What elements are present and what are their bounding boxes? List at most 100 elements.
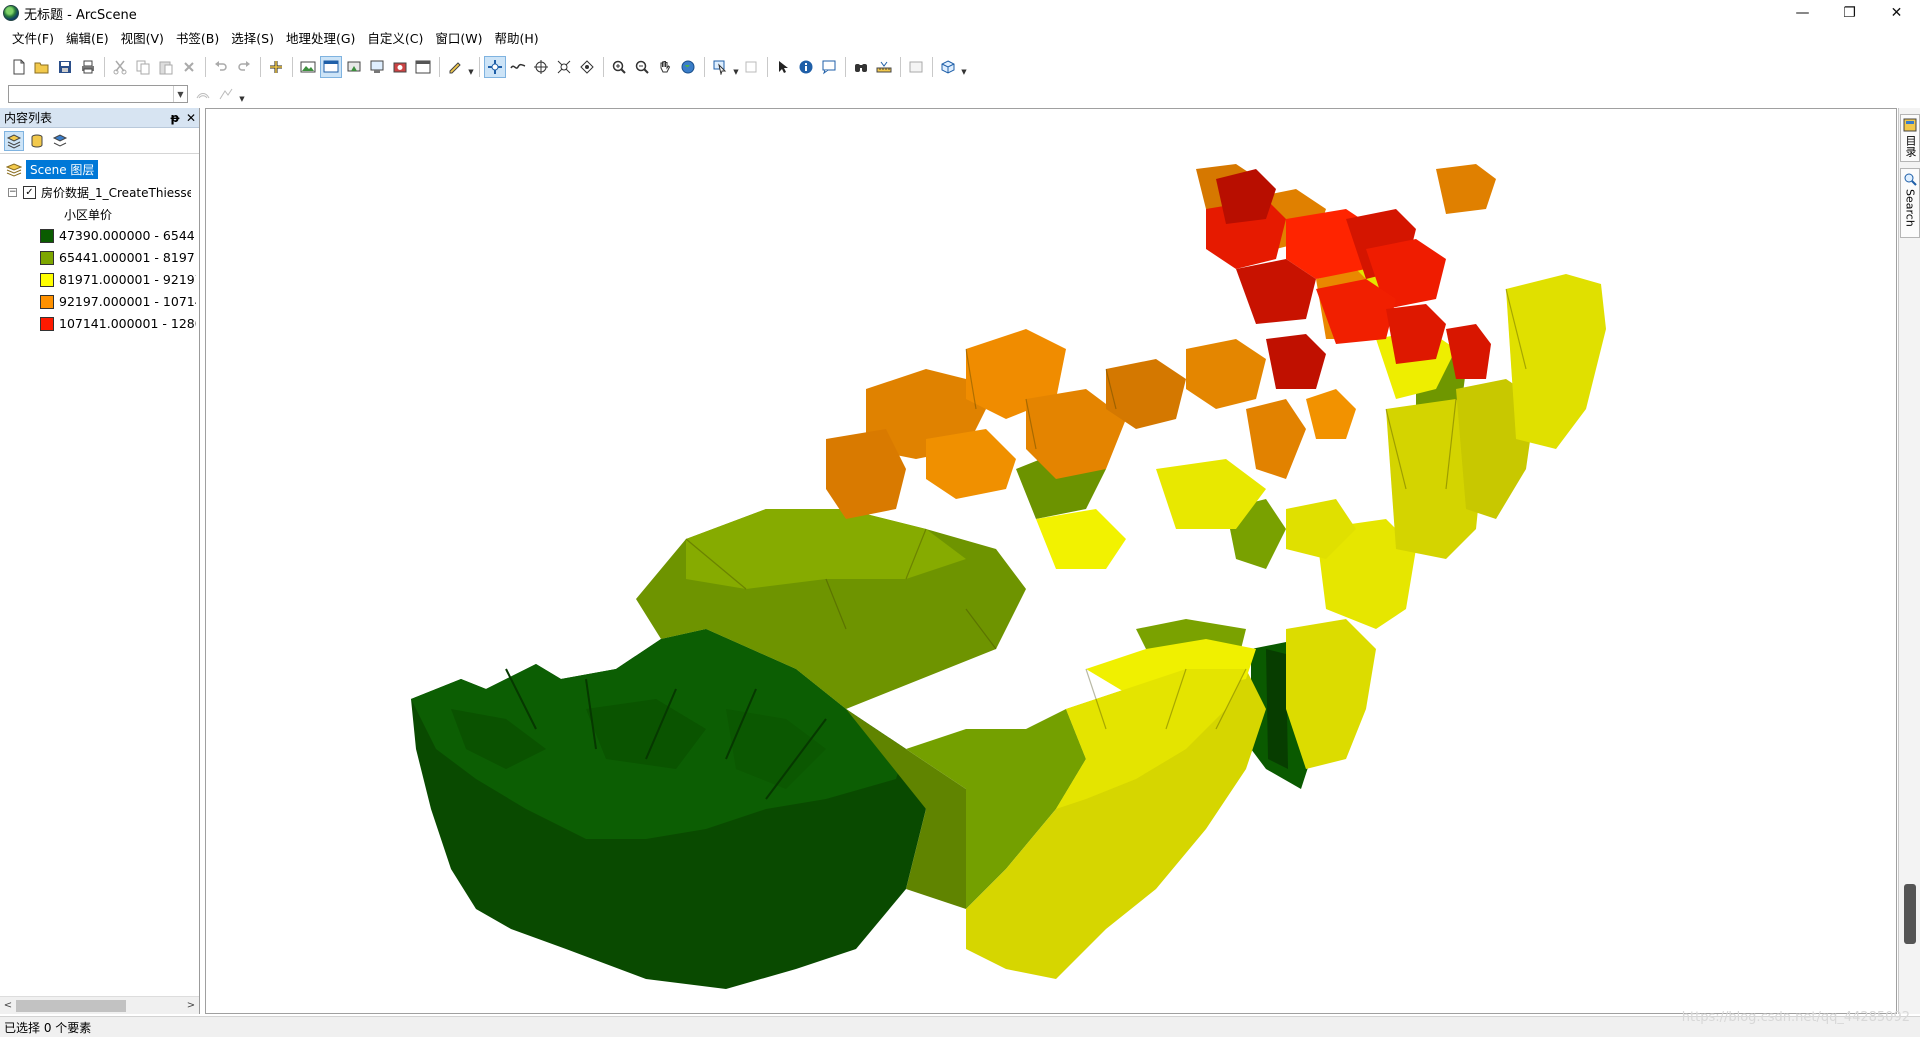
html-popup-icon[interactable] [818, 56, 840, 78]
window-title: 无标题 - ArcScene [24, 7, 137, 23]
new-document-icon[interactable] [8, 56, 30, 78]
scene-view-3d[interactable] [205, 108, 1897, 1014]
scroll-handle[interactable] [1904, 884, 1916, 944]
toc-header: 内容列表 ᵽ ✕ [0, 108, 199, 128]
target-center-icon[interactable] [530, 56, 552, 78]
menu-file[interactable]: 文件(F) [6, 28, 60, 50]
zoom-to-target-icon[interactable] [553, 56, 575, 78]
select-features-icon[interactable] [709, 56, 731, 78]
toc-title: 内容列表 [4, 111, 53, 125]
right-dock-strip: 目录 Search [1898, 108, 1920, 1014]
pin-icon[interactable]: ᵽ [167, 111, 183, 125]
menu-window[interactable]: 窗口(W) [429, 28, 488, 50]
full-extent-globe-icon[interactable] [677, 56, 699, 78]
redo-icon[interactable] [233, 56, 255, 78]
scene-layers-label[interactable]: Scene 图层 [26, 160, 99, 179]
viewer-icon[interactable] [320, 56, 342, 78]
identify-icon[interactable] [795, 56, 817, 78]
toc-close-icon[interactable]: ✕ [183, 111, 199, 125]
menu-geoprocessing[interactable]: 地理处理(G) [280, 28, 361, 50]
scroll-track[interactable] [16, 999, 183, 1013]
scroll-right-icon[interactable]: > [183, 1000, 199, 1011]
legend-item[interactable]: 81971.000001 - 92197.000000 [40, 272, 196, 287]
list-by-drawing-order-icon[interactable] [4, 130, 24, 151]
menu-edit[interactable]: 编辑(E) [60, 28, 115, 50]
toolbar2-options-arrow[interactable]: ▼ [238, 83, 246, 105]
search-tab[interactable]: Search [1900, 168, 1920, 238]
copy-icon[interactable] [132, 56, 154, 78]
scroll-left-icon[interactable]: < [0, 1000, 16, 1011]
layer-name[interactable]: 房价数据_1_CreateThiessen [41, 184, 191, 201]
scene-layers-node[interactable]: Scene 图层 [6, 160, 99, 179]
layers-icon [6, 162, 22, 177]
set-observer-icon[interactable] [576, 56, 598, 78]
delete-icon[interactable] [178, 56, 200, 78]
find-binoculars-icon[interactable] [850, 56, 872, 78]
standard-toolbar: ▼ ▼ ▼ [0, 54, 1920, 80]
zoom-in-icon[interactable] [608, 56, 630, 78]
menu-bookmarks[interactable]: 书签(B) [170, 28, 225, 50]
menu-customize[interactable]: 自定义(C) [361, 28, 429, 50]
window-icon[interactable] [412, 56, 434, 78]
navigate-icon[interactable] [484, 56, 506, 78]
title-bar: 无标题 - ArcScene — ❐ ✕ [0, 0, 1920, 26]
animation-icon[interactable] [343, 56, 365, 78]
minimize-button[interactable]: — [1779, 0, 1826, 26]
steepest-path-icon[interactable] [215, 83, 237, 105]
list-by-visibility-icon[interactable] [50, 131, 70, 151]
legend-item[interactable]: 65441.000001 - 81971.000000 [40, 250, 196, 265]
layer-window-icon[interactable] [905, 56, 927, 78]
toc-horizontal-scrollbar[interactable]: < > [0, 996, 199, 1014]
paste-icon[interactable] [155, 56, 177, 78]
list-by-source-icon[interactable] [27, 131, 47, 151]
clear-selection-icon[interactable] [740, 56, 762, 78]
menu-help[interactable]: 帮助(H) [489, 28, 545, 50]
add-data-icon[interactable] [265, 56, 287, 78]
catalog-tab[interactable]: 目录 [1900, 114, 1920, 162]
restore-button[interactable]: ❐ [1826, 0, 1873, 26]
layer-visibility-checkbox[interactable]: ✓ [23, 186, 36, 199]
toolbar-separator [104, 57, 105, 77]
cut-icon[interactable] [109, 56, 131, 78]
toolbar-separator [932, 57, 933, 77]
legend-item[interactable]: 92197.000001 - 107141.000000 [40, 294, 196, 309]
zoom-out-icon[interactable] [631, 56, 653, 78]
layer-combo-box[interactable]: ▼ [8, 85, 188, 103]
legend-swatch [40, 250, 54, 265]
select-elements-arrow-icon[interactable] [772, 56, 794, 78]
scene-properties-icon[interactable] [297, 56, 319, 78]
layer-toolbar: ▼ ▼ [0, 82, 1920, 106]
close-button[interactable]: ✕ [1873, 0, 1920, 26]
measure-icon[interactable] [873, 56, 895, 78]
legend-item[interactable]: 107141.000001 - 128000.000000 [40, 316, 196, 331]
legend-label: 81971.000001 - 92197.000000 [59, 272, 196, 287]
toolbar-separator [603, 57, 604, 77]
capture-icon[interactable] [389, 56, 411, 78]
open-folder-icon[interactable] [31, 56, 53, 78]
3d-analyst-icon[interactable] [937, 56, 959, 78]
pan-hand-icon[interactable] [654, 56, 676, 78]
legend-item[interactable]: 47390.000000 - 65441.000000 [40, 228, 196, 243]
toolbar-separator [260, 57, 261, 77]
contour-icon[interactable] [192, 83, 214, 105]
menu-view[interactable]: 视图(V) [115, 28, 170, 50]
select-dropdown-arrow[interactable]: ▼ [732, 56, 740, 78]
extruded-polygons-render[interactable] [206, 109, 1897, 1014]
save-icon[interactable] [54, 56, 76, 78]
toolbar-dropdown-arrow[interactable]: ▼ [467, 56, 475, 78]
chevron-down-icon[interactable]: ▼ [173, 86, 187, 102]
menu-selection[interactable]: 选择(S) [225, 28, 280, 50]
legend-swatch [40, 272, 54, 287]
scroll-thumb[interactable] [16, 999, 126, 1012]
fly-icon[interactable] [507, 56, 529, 78]
legend-swatch [40, 316, 54, 331]
undo-icon[interactable] [210, 56, 232, 78]
legend-label: 65441.000001 - 81971.000000 [59, 250, 196, 265]
toolbar-separator [845, 57, 846, 77]
print-icon[interactable] [77, 56, 99, 78]
export-scene-icon[interactable] [366, 56, 388, 78]
layer-node[interactable]: − ✓ 房价数据_1_CreateThiessen [8, 184, 191, 201]
toolbar-options-arrow[interactable]: ▼ [960, 56, 968, 78]
editor-icon[interactable] [444, 56, 466, 78]
collapse-icon[interactable]: − [8, 188, 17, 197]
